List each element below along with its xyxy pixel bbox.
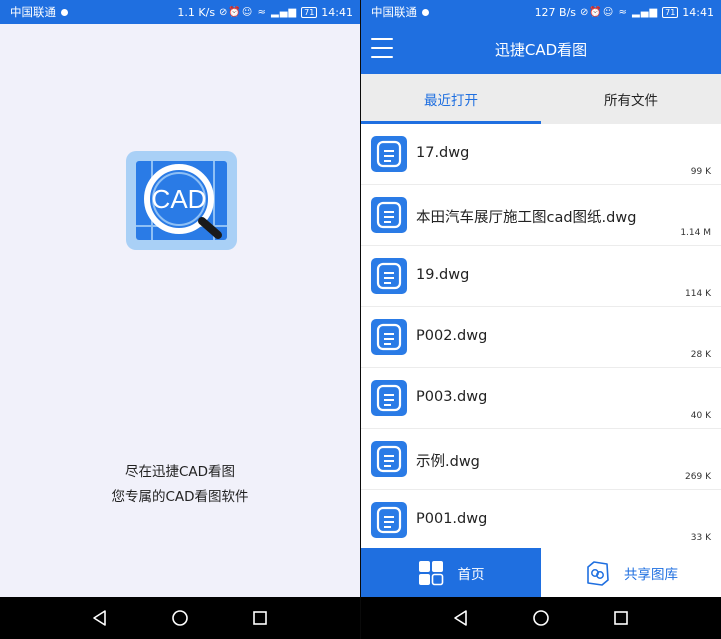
status-bar: 中国联通 1.1 K/s ⊘⏰☺ ≈ ▂▄▆ 71 14:41 [0, 0, 360, 24]
status-bar: 中国联通 127 B/s ⊘⏰☺ ≈ ▂▄▆ 71 14:41 [361, 0, 721, 24]
file-name: P002.dwg [416, 328, 488, 344]
document-icon [371, 197, 407, 233]
app-title: 迅捷CAD看图 [494, 41, 588, 59]
recents-icon[interactable] [248, 606, 272, 630]
document-icon [371, 502, 407, 538]
file-row[interactable]: P001.dwg 33 K [361, 490, 721, 548]
file-size: 33 K [690, 533, 711, 543]
network-speed: 127 B/s [534, 5, 577, 19]
file-size: 28 K [690, 350, 711, 360]
file-row[interactable]: 17.dwg 99 K [361, 124, 721, 185]
file-name: 示例.dwg [416, 454, 480, 470]
home-circle-icon[interactable] [529, 606, 553, 630]
carrier-label: 中国联通 [10, 5, 56, 19]
tab-home[interactable]: 首页 [361, 548, 541, 597]
bottom-tab-bar: 首页 共享图库 [361, 548, 721, 597]
file-name: P003.dwg [416, 389, 488, 405]
file-size: 269 K [685, 472, 711, 482]
recents-icon[interactable] [609, 606, 633, 630]
file-size: 1.14 M [680, 228, 711, 238]
document-icon [371, 136, 407, 172]
app-logo: CAD [126, 151, 237, 250]
logo-text: CAD [152, 184, 207, 214]
system-nav-bar [0, 597, 360, 639]
file-name: 19.dwg [416, 267, 470, 283]
clock: 14:41 [321, 5, 353, 19]
battery-icon: 71 [662, 6, 679, 18]
document-icon [371, 258, 407, 294]
file-row[interactable]: P003.dwg 40 K [361, 368, 721, 429]
carrier-label: 中国联通 [371, 5, 417, 19]
tab-all-files[interactable]: 所有文件 [541, 74, 721, 124]
file-row[interactable]: 示例.dwg 269 K [361, 429, 721, 490]
splash-screen: 中国联通 1.1 K/s ⊘⏰☺ ≈ ▂▄▆ 71 14:41 CAD 尽在迅捷… [0, 0, 360, 639]
file-size: 40 K [690, 411, 711, 421]
network-speed: 1.1 K/s [177, 5, 216, 19]
file-row[interactable]: 本田汽车展厅施工图cad图纸.dwg 1.14 M [361, 185, 721, 246]
file-name: P001.dwg [416, 511, 488, 527]
home-circle-icon[interactable] [168, 606, 192, 630]
file-row[interactable]: P002.dwg 28 K [361, 307, 721, 368]
battery-icon: 71 [301, 6, 318, 18]
notification-dot-icon [61, 8, 68, 16]
tab-shared-library-label: 共享图库 [624, 566, 678, 583]
file-size: 99 K [690, 167, 711, 177]
splash-subtitle: 您专属的CAD看图软件 [111, 489, 249, 505]
document-icon [371, 380, 407, 416]
shared-library-icon [584, 560, 610, 586]
file-name: 本田汽车展厅施工图cad图纸.dwg [416, 210, 637, 226]
back-icon[interactable] [449, 606, 473, 630]
file-list: 17.dwg 99 K 本田汽车展厅施工图cad图纸.dwg 1.14 M 19… [361, 124, 721, 548]
document-icon [371, 441, 407, 477]
file-row[interactable]: 19.dwg 114 K [361, 246, 721, 307]
file-name: 17.dwg [416, 145, 470, 161]
file-size: 114 K [685, 289, 711, 299]
app-header: 迅捷CAD看图 [361, 24, 721, 74]
tab-recent[interactable]: 最近打开 [361, 74, 541, 124]
tab-home-label: 首页 [457, 566, 485, 583]
tab-shared-library[interactable]: 共享图库 [541, 548, 721, 597]
status-icons: ⊘⏰☺ ≈ ▂▄▆ [219, 6, 298, 18]
back-icon[interactable] [88, 606, 112, 630]
status-icons: ⊘⏰☺ ≈ ▂▄▆ [580, 6, 659, 18]
notification-dot-icon [422, 8, 429, 16]
app-screen: 中国联通 127 B/s ⊘⏰☺ ≈ ▂▄▆ 71 14:41 迅捷CAD看图 … [361, 0, 721, 639]
file-tabs: 最近打开 所有文件 [361, 74, 721, 124]
splash-tagline: 尽在迅捷CAD看图 [124, 464, 236, 480]
grid-home-icon [418, 560, 444, 586]
system-nav-bar [361, 597, 721, 639]
clock: 14:41 [682, 5, 714, 19]
document-icon [371, 319, 407, 355]
